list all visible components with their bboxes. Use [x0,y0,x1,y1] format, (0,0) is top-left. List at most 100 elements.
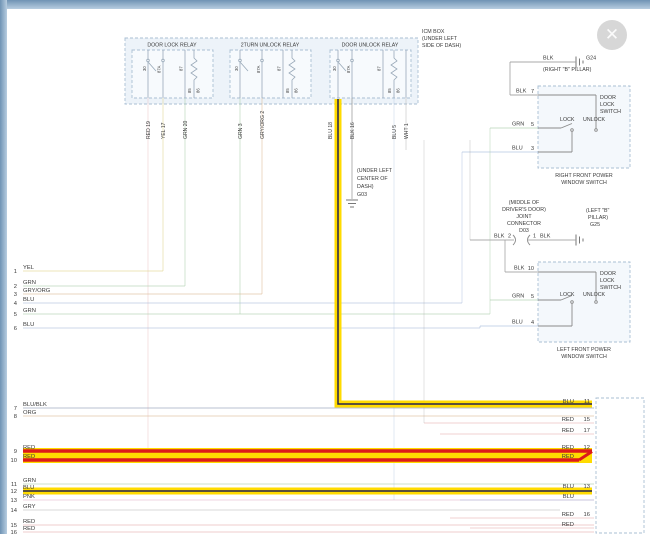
wire-color-label: RED [23,445,35,451]
diagram-label: CONNECTOR [507,221,541,227]
row-number: 16 [11,530,17,534]
wire-color-label: RED [562,417,574,423]
pin-number: 15 [584,417,590,423]
row-number: 6 [14,326,17,332]
wire-color-label: GRN 3 [238,123,244,139]
diagram-label: 2TURN UNLOCK RELAY [241,43,300,49]
wire-color-label: RED [23,519,35,525]
diagram-label: BLK [514,266,525,272]
pin-number: 11 [584,399,590,405]
diagram-label: SWITCH [600,109,621,115]
pin-number: 13 [584,484,590,490]
close-button[interactable]: ✕ [597,20,627,50]
row-number: 3 [14,292,17,298]
diagram-label: LOCK [560,117,575,123]
wire-color-label: BLU [563,494,574,500]
diagram-label: BLK [543,56,554,62]
diagram-label: DASH) [357,184,374,190]
window-left-edge[interactable] [0,0,7,534]
right-front-power-window-switch-box [538,86,630,168]
wire-color-label: RED [23,526,35,532]
wire-color-label: YEL 17 [161,122,167,139]
wire-color-label: RED [562,445,574,451]
diagram-label: GRN [512,294,524,300]
diagram-label: 4 [531,320,534,326]
diagram-label: 30 [234,66,239,71]
diagram-label: WINDOW SWITCH [561,354,607,360]
wiring-diagram: ICM BOX(UNDER LEFTSIDE OF DASH)DOOR LOCK… [0,0,650,534]
diagram-label: LOCK [560,292,575,298]
diagram-label: 30 [142,66,147,71]
diagram-label: DOOR UNLOCK RELAY [342,43,399,49]
wire-color-label: ORG [23,410,37,416]
wire-color-label: BLU [23,485,34,491]
wire-color-label: GRN [23,308,36,314]
diagram-label: G25 [590,222,600,228]
diagram-label: SIDE OF DASH) [422,43,461,49]
diagram-label: BLK [540,234,551,240]
row-number: 14 [11,508,18,514]
diagram-label: BLU [512,146,523,152]
diagram-label: ICM BOX [422,29,445,35]
diagram-label: 85 [187,88,192,93]
diagram-label: (MIDDLE OF [509,200,540,206]
wire-color-label: WHT 1 [404,123,410,139]
row-number: 7 [14,406,17,412]
wire-color-label: RED [562,522,574,528]
wire-color-label: BLU [563,399,574,405]
left-front-power-window-switch-box [538,262,630,342]
wire-color-label: GRN [23,280,36,286]
wire-color-label: BLU 5 [392,125,398,139]
diagram-label: 87 [377,66,382,71]
diagram-label: GRN [512,122,524,128]
wire-color-label: RED 19 [146,121,152,139]
diagram-label: G24 [586,56,596,62]
wire-color-label: PNK [23,494,35,500]
right-connector-box [596,398,644,533]
row-number: 5 [14,312,17,318]
diagram-label: 86 [294,88,299,93]
diagram-label: (UNDER LEFT [357,168,393,174]
diagram-label: 87A [346,65,351,73]
pin-number: 16 [584,512,590,518]
diagram-label: (RIGHT "B" PILLAR) [543,67,592,73]
diagram-label: G03 [357,192,367,198]
diagram-label: DOOR [600,95,616,101]
diagram-label: BLU [512,320,523,326]
diagram-label: (UNDER LEFT [422,36,458,42]
diagram-label: JOINT [516,214,532,220]
diagram-label: SWITCH [600,285,621,291]
row-number: 13 [11,498,17,504]
diagram-label: UNLOCK [583,292,606,298]
window-top-edge [0,0,650,9]
diagram-label: 86 [196,88,201,93]
diagram-label: 5 [531,294,534,300]
diagram-label: DOOR LOCK RELAY [147,43,197,49]
row-number: 4 [14,301,18,307]
row-number: 1 [14,269,17,275]
pin-number: 17 [584,428,590,434]
diagram-label: 7 [531,89,534,95]
diagram-label: 87 [277,66,282,71]
diagram-label: 1 [533,234,536,240]
diagram-label: 30 [332,66,337,71]
diagram-label: 3 [531,146,534,152]
diagram-label: 85 [285,88,290,93]
diagram-label: 10 [528,266,534,272]
diagram-label: LEFT FRONT POWER [557,347,611,353]
diagram-label: 5 [531,122,534,128]
diagram-label: 87 [179,66,184,71]
wire-color-label: GRY/ORG 2 [260,111,266,139]
diagram-label: DOOR [600,271,616,277]
wire-color-label: BLU [23,322,34,328]
row-number: 10 [11,458,17,464]
diagram-label: BLK [516,89,527,95]
wire-color-label: RED [562,454,574,460]
pin-number: 12 [584,445,590,451]
wire-color-label: GRN [23,478,36,484]
diagram-label: PILLAR) [588,215,608,221]
wire-color-label: BLK 16 [350,122,356,139]
wire-color-label: RED [562,512,574,518]
diagram-label: WINDOW SWITCH [561,180,607,186]
diagram-label: (LEFT "B" [586,208,610,214]
